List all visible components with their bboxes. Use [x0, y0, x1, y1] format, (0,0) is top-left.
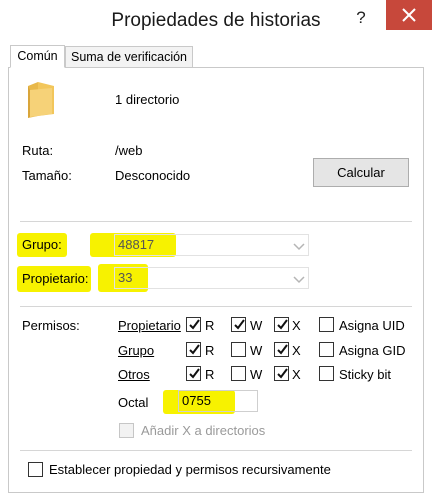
- checkbox-propietario-x[interactable]: [274, 317, 289, 332]
- checkbox-grupo-w[interactable]: [231, 342, 246, 357]
- permisos-label: Permisos:: [22, 318, 80, 333]
- special-perm-label: Sticky bit: [339, 367, 392, 382]
- perm-col-label-r: R: [205, 343, 215, 358]
- checkbox-propietario-r[interactable]: [186, 317, 201, 332]
- check-icon: [277, 368, 288, 379]
- check-icon: [189, 344, 200, 355]
- checkbox-otros-r[interactable]: [186, 366, 201, 381]
- check-icon: [234, 319, 245, 330]
- checkbox-special-2[interactable]: [319, 366, 334, 381]
- checkbox-propietario-w[interactable]: [231, 317, 246, 332]
- grupo-value: 48817: [118, 237, 155, 252]
- close-icon: [402, 8, 416, 22]
- propietario-label: Propietario:: [22, 271, 89, 286]
- propietario-value: 33: [118, 270, 133, 285]
- chevron-down-icon: [292, 240, 306, 251]
- help-button[interactable]: ?: [352, 8, 370, 28]
- special-perm-label: Asigna GID: [339, 343, 406, 358]
- tab-suma-de-verificacion[interactable]: Suma de verificación: [65, 46, 193, 68]
- perm-col-label-x: X: [292, 318, 301, 333]
- perm-row-label-propietario: Propietario: [118, 318, 181, 333]
- add-x-label: Añadir X a directorios: [141, 423, 266, 438]
- checkbox-otros-w[interactable]: [231, 366, 246, 381]
- separator: [20, 450, 412, 451]
- recursive-label: Establecer propiedad y permisos recursiv…: [49, 462, 331, 477]
- checkbox-special-1[interactable]: [319, 342, 334, 357]
- propietario-select[interactable]: [114, 267, 309, 289]
- tab-comun[interactable]: Común: [10, 45, 65, 68]
- perm-col-label-r: R: [205, 367, 215, 382]
- checkbox-grupo-r[interactable]: [186, 342, 201, 357]
- ruta-label: Ruta:: [22, 143, 54, 158]
- special-perm-label: Asigna UID: [339, 318, 405, 333]
- checkbox-otros-x[interactable]: [274, 366, 289, 381]
- directory-count: 1 directorio: [115, 92, 180, 107]
- chevron-down-icon: [292, 273, 306, 284]
- perm-row-label-grupo: Grupo: [118, 343, 155, 358]
- calcular-button[interactable]: Calcular: [313, 158, 409, 187]
- ruta-value: /web: [115, 143, 143, 158]
- folder-icon: [24, 80, 58, 120]
- check-icon: [277, 319, 288, 330]
- octal-value: 0755: [182, 393, 211, 408]
- tamano-label: Tamaño:: [22, 168, 72, 183]
- checkbox-grupo-x[interactable]: [274, 342, 289, 357]
- add-x-checkbox: [119, 423, 134, 438]
- tamano-value: Desconocido: [115, 168, 191, 183]
- checkbox-special-0[interactable]: [319, 317, 334, 332]
- separator: [20, 306, 412, 307]
- perm-col-label-r: R: [205, 318, 215, 333]
- perm-col-label-w: W: [250, 343, 263, 358]
- perm-col-label-x: X: [292, 343, 301, 358]
- grupo-label: Grupo:: [22, 237, 62, 252]
- check-icon: [277, 344, 288, 355]
- octal-label: Octal: [118, 395, 149, 410]
- recursive-checkbox[interactable]: [28, 462, 43, 477]
- perm-col-label-w: W: [250, 367, 263, 382]
- perm-col-label-w: W: [250, 318, 263, 333]
- check-icon: [189, 368, 200, 379]
- perm-col-label-x: X: [292, 367, 301, 382]
- close-button[interactable]: [386, 0, 432, 30]
- perm-row-label-otros: Otros: [118, 367, 150, 382]
- check-icon: [189, 319, 200, 330]
- separator: [20, 221, 412, 222]
